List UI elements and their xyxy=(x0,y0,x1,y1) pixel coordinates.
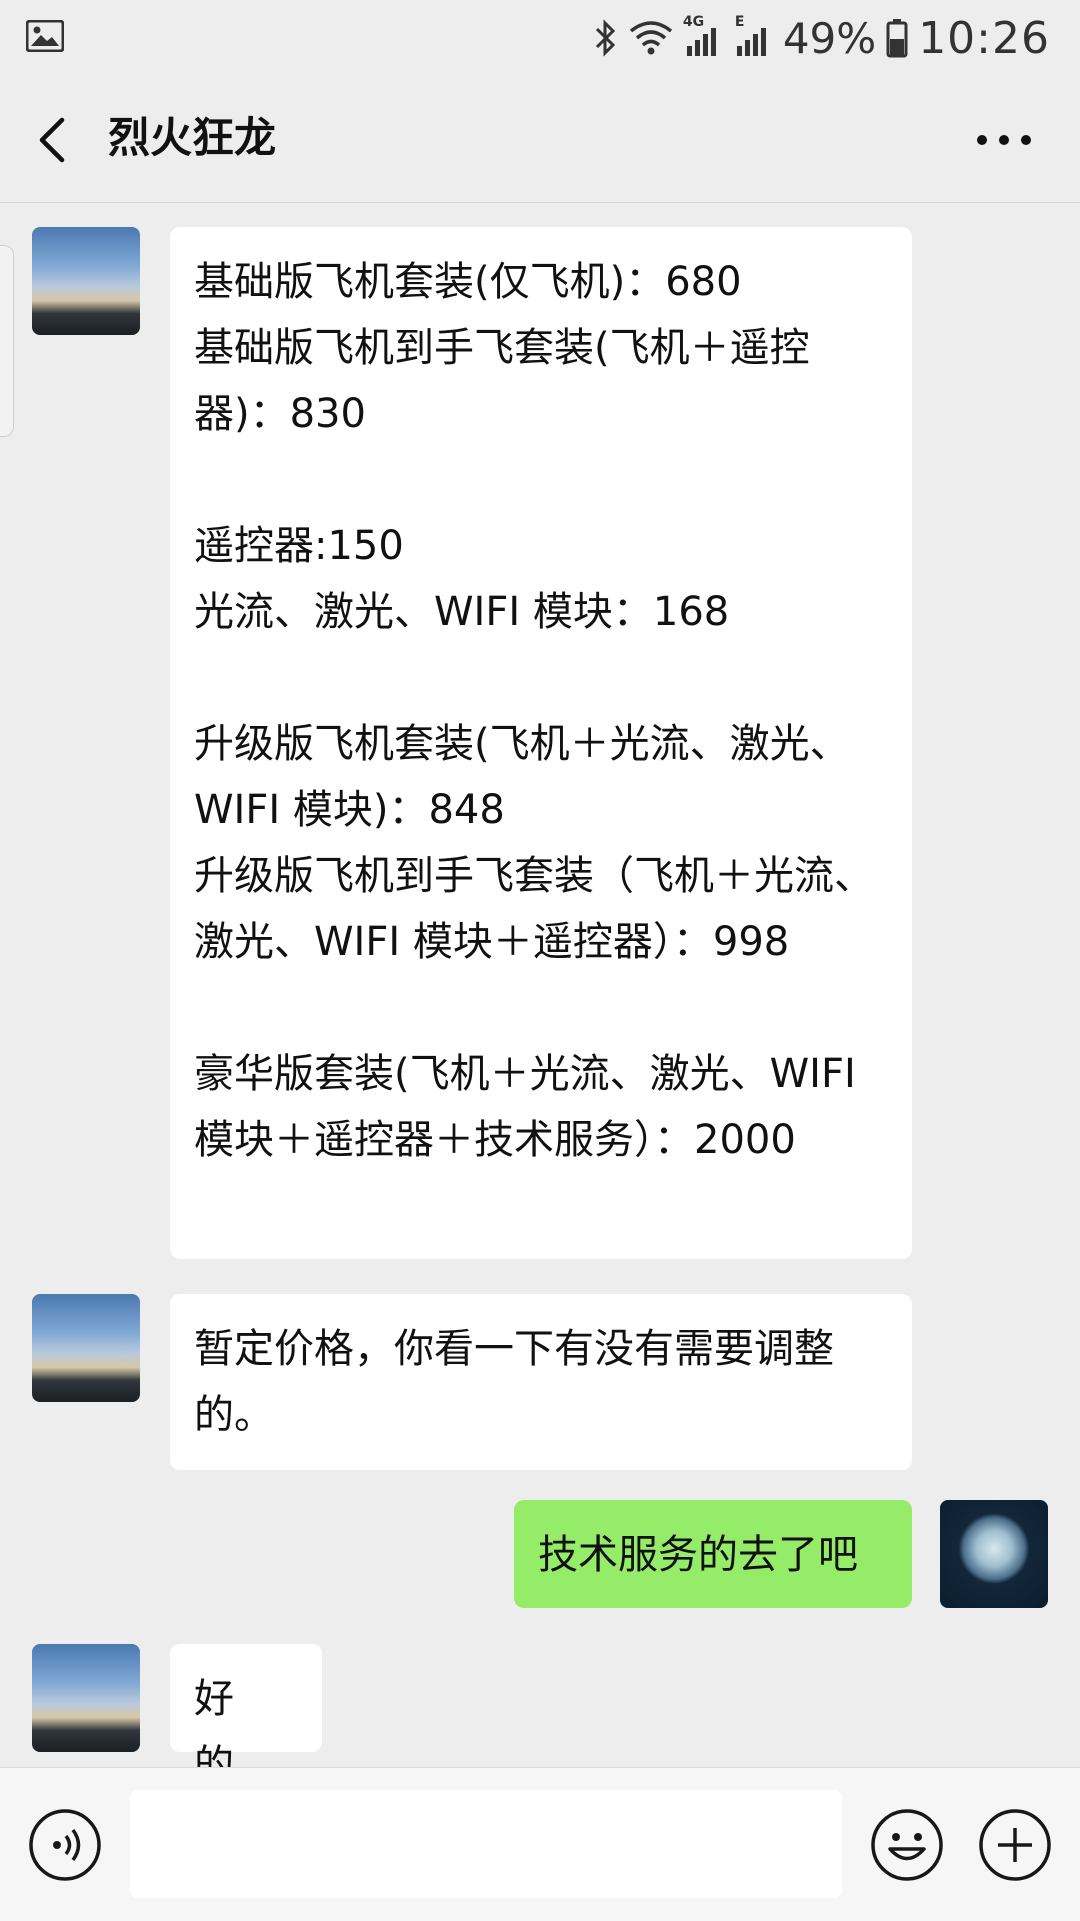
message-bubble[interactable]: 好的。 xyxy=(170,1644,322,1767)
input-toolbar xyxy=(0,1767,1080,1921)
avatar[interactable] xyxy=(940,1500,1048,1608)
chat-header: 烈火狂龙 xyxy=(0,76,1080,203)
signal-e: E xyxy=(733,14,773,58)
bluetooth-icon xyxy=(595,19,615,57)
battery-icon xyxy=(886,19,908,58)
chat-message-list[interactable]: 基础版飞机套装(仅飞机)：680 基础版飞机到手飞套装(飞机＋遥控器)：830 … xyxy=(0,203,1080,1767)
chat-title: 烈火狂龙 xyxy=(108,113,277,162)
signal-icon xyxy=(686,28,716,56)
message-bubble[interactable]: 基础版飞机套装(仅飞机)：680 基础版飞机到手飞套装(飞机＋遥控器)：830 … xyxy=(170,227,912,1259)
chevron-left-icon[interactable] xyxy=(32,110,76,170)
voice-icon[interactable] xyxy=(28,1808,102,1882)
message-input[interactable] xyxy=(130,1790,842,1898)
signal-4g: 4G xyxy=(683,14,723,58)
message-bubble[interactable]: 暂定价格，你看一下有没有需要调整的。 xyxy=(170,1294,912,1470)
message-row: 好的。 xyxy=(0,1640,1080,1767)
message-row: 基础版飞机套装(仅飞机)：680 基础版飞机到手飞套装(飞机＋遥控器)：830 … xyxy=(0,223,1080,1263)
status-bar: 4G E 49% 10:26 xyxy=(0,0,1080,76)
message-row: 暂定价格，你看一下有没有需要调整的。 xyxy=(0,1290,1080,1470)
wifi-icon xyxy=(629,21,672,55)
status-indicators: 4G E 49% 10:26 xyxy=(593,12,1050,64)
image-icon xyxy=(26,20,64,52)
battery-percent: 49% xyxy=(782,13,877,63)
emoji-icon[interactable] xyxy=(870,1808,944,1882)
avatar[interactable] xyxy=(32,227,140,335)
message-row: 技术服务的去了吧 xyxy=(0,1496,1080,1608)
plus-icon[interactable] xyxy=(978,1808,1052,1882)
avatar[interactable] xyxy=(32,1294,140,1402)
clock: 10:26 xyxy=(918,12,1050,64)
avatar[interactable] xyxy=(32,1644,140,1752)
more-dots-icon[interactable] xyxy=(964,110,1044,170)
message-bubble[interactable]: 技术服务的去了吧 xyxy=(514,1500,912,1608)
signal-icon xyxy=(736,28,766,56)
